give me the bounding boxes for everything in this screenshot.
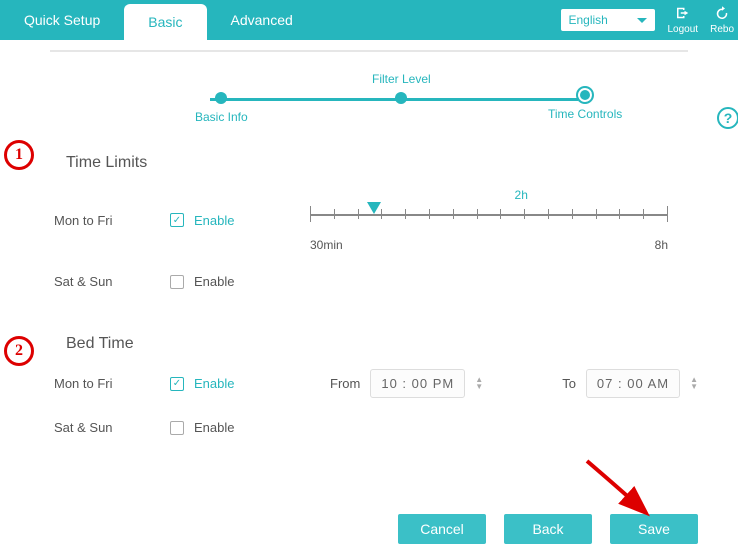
weekend-enable-checkbox[interactable]: Enable bbox=[170, 274, 310, 289]
tab-basic[interactable]: Basic bbox=[124, 4, 206, 40]
step-dot-icon bbox=[395, 92, 407, 104]
step-label: Filter Level bbox=[372, 72, 431, 86]
step-filter-level[interactable]: Filter Level bbox=[372, 72, 431, 104]
chevron-down-icon: ▼ bbox=[690, 384, 698, 390]
svg-text:?: ? bbox=[724, 110, 733, 126]
row-label: Sat & Sun bbox=[40, 420, 170, 435]
language-select[interactable]: English bbox=[560, 8, 656, 32]
logout-icon bbox=[674, 6, 692, 23]
reboot-button[interactable]: Rebo bbox=[710, 6, 734, 35]
time-limit-slider[interactable]: 2h 30min 8h bbox=[310, 188, 698, 252]
step-dot-icon bbox=[215, 92, 227, 104]
language-label: English bbox=[569, 13, 608, 27]
step-basic-info[interactable]: Basic Info bbox=[195, 92, 248, 124]
bed-time-weekend-row: Sat & Sun Enable bbox=[40, 420, 698, 435]
tab-advanced[interactable]: Advanced bbox=[207, 0, 317, 40]
enable-text: Enable bbox=[194, 213, 234, 228]
bed-time-weekday-row: Mon to Fri ✓ Enable From 10 : 00 PM ▲▼ T… bbox=[40, 369, 698, 398]
top-bar: Quick Setup Basic Advanced English Logou… bbox=[0, 0, 738, 40]
weekday-enable-checkbox[interactable]: ✓ Enable bbox=[170, 213, 310, 228]
divider bbox=[50, 50, 688, 52]
enable-text: Enable bbox=[194, 376, 234, 391]
enable-text: Enable bbox=[194, 420, 234, 435]
bedtime-weekday-enable-checkbox[interactable]: ✓ Enable bbox=[170, 376, 310, 391]
row-label: Mon to Fri bbox=[40, 376, 170, 391]
step-label: Time Controls bbox=[548, 107, 622, 121]
from-label: From bbox=[330, 376, 360, 391]
bed-time-heading: Bed Time bbox=[40, 335, 698, 353]
slider-value-label: 2h bbox=[374, 188, 668, 202]
progress-stepper: Basic Info Filter Level Time Controls bbox=[40, 76, 698, 136]
step-dot-selected-icon bbox=[576, 86, 594, 104]
logout-label: Logout bbox=[668, 24, 699, 35]
checkbox-unchecked-icon bbox=[170, 275, 184, 289]
slider-max-label: 8h bbox=[655, 238, 668, 252]
to-label: To bbox=[562, 376, 576, 391]
reboot-icon bbox=[713, 6, 731, 23]
time-limits-weekday-row: Mon to Fri ✓ Enable 2h 30min 8h bbox=[40, 188, 698, 252]
annotation-circle-1: 1 bbox=[4, 140, 34, 170]
step-label: Basic Info bbox=[195, 110, 248, 124]
reboot-label: Rebo bbox=[710, 24, 734, 35]
slider-handle-icon[interactable] bbox=[367, 202, 381, 214]
time-spinner[interactable]: ▲▼ bbox=[475, 377, 483, 390]
row-label: Sat & Sun bbox=[40, 274, 170, 289]
annotation-circle-2: 2 bbox=[4, 336, 34, 366]
slider-ticks bbox=[310, 209, 668, 225]
bedtime-from-input[interactable]: 10 : 00 PM bbox=[370, 369, 465, 398]
logout-button[interactable]: Logout bbox=[668, 6, 699, 35]
time-limits-weekend-row: Sat & Sun Enable bbox=[40, 274, 698, 289]
checkbox-checked-icon: ✓ bbox=[170, 213, 184, 227]
page: ? Basic Info Filter Level Time Controls … bbox=[0, 40, 738, 435]
help-icon[interactable]: ? bbox=[714, 106, 738, 130]
enable-text: Enable bbox=[194, 274, 234, 289]
row-label: Mon to Fri bbox=[40, 213, 170, 228]
time-limits-heading: Time Limits bbox=[40, 154, 698, 172]
checkbox-unchecked-icon bbox=[170, 421, 184, 435]
chevron-down-icon: ▼ bbox=[475, 384, 483, 390]
cancel-button[interactable]: Cancel bbox=[398, 514, 486, 544]
time-spinner[interactable]: ▲▼ bbox=[690, 377, 698, 390]
slider-min-label: 30min bbox=[310, 238, 343, 252]
step-time-controls[interactable]: Time Controls bbox=[548, 89, 622, 121]
chevron-down-icon bbox=[637, 13, 647, 27]
tab-quick-setup[interactable]: Quick Setup bbox=[0, 0, 124, 40]
bedtime-to-input[interactable]: 07 : 00 AM bbox=[586, 369, 680, 398]
bedtime-weekend-enable-checkbox[interactable]: Enable bbox=[170, 420, 310, 435]
checkbox-checked-icon: ✓ bbox=[170, 377, 184, 391]
annotation-arrow bbox=[572, 456, 672, 526]
